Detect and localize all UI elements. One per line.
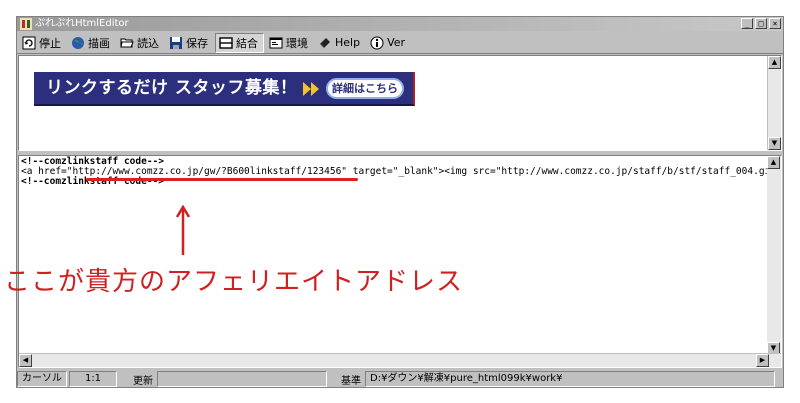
help-book-icon [319,37,330,48]
stop-button-label: 停止 [39,36,61,50]
window-title: ぷれぷれHtmlEditor [35,18,129,29]
double-arrow-icon [303,82,319,96]
load-button-label: 読込 [137,36,159,50]
merge-button[interactable]: 結合 [215,32,264,53]
window-controls: _ □ × [741,18,781,29]
folder-open-icon [120,38,134,47]
banner-text: リンクするだけ スタッフ募集！ [46,78,298,98]
preview-pane[interactable]: リンクするだけ スタッフ募集！ 詳細はこちら ▲ ▼ [18,55,782,151]
environment-button-label: 環境 [286,36,308,50]
scroll-left-arrow[interactable]: ◀ [19,354,32,367]
help-button[interactable]: Help [315,33,365,53]
banner-details-button[interactable]: 詳細はこちら [326,78,404,99]
info-icon [370,36,384,49]
version-button-label: Ver [387,36,406,49]
save-button[interactable]: 保存 [166,33,213,53]
merge-button-label: 結合 [236,36,258,50]
affiliate-address-annotation: ここが貴方のアフェリエイトアドレス [4,267,464,297]
update-label: 更新 [133,375,153,387]
help-button-label: Help [335,36,361,49]
merge-icon [219,36,233,49]
minimize-button[interactable]: _ [741,18,753,29]
toolbar: 停止 描画 読込 保存 結合 環境 Help Ver [17,32,783,54]
title-bar[interactable]: ぷれぷれHtmlEditor _ □ × [17,17,783,31]
save-button-label: 保存 [186,36,208,50]
scroll-down-arrow[interactable]: ▼ [768,137,781,150]
staff-banner[interactable]: リンクするだけ スタッフ募集！ 詳細はこちら [34,72,415,106]
scroll-right-arrow[interactable]: ▶ [756,354,769,367]
scroll-up-arrow[interactable]: ▲ [767,156,780,169]
code-editor[interactable]: <!--comzlinkstaff code--> <a href="http:… [18,155,782,368]
editor-horizontal-scrollbar[interactable]: ◀ ▶ [19,353,781,367]
editor-window: ぷれぷれHtmlEditor _ □ × 停止 描画 読込 保存 結合 環境 H… [16,16,784,388]
stop-button[interactable]: 停止 [19,33,66,53]
version-button[interactable]: Ver [367,33,410,53]
close-button[interactable]: × [769,18,781,29]
affiliate-url-underline [86,178,358,181]
up-arrow-icon [176,205,190,255]
settings-window-icon [269,37,283,48]
draw-button-label: 描画 [88,36,110,50]
floppy-disk-icon [170,36,182,49]
base-label: 基準 [341,375,361,387]
globe-icon [72,36,84,49]
maximize-button[interactable]: □ [755,18,767,29]
draw-button[interactable]: 描画 [68,33,115,53]
refresh-icon [22,36,36,49]
environment-button[interactable]: 環境 [266,33,313,53]
load-button[interactable]: 読込 [117,33,164,53]
status-bar: カーソル 1:1 更新 基準 D:¥ダウン¥解凍¥pure_html099k¥w… [17,370,783,388]
cursor-position: 1:1 [69,371,117,387]
editor-vertical-scrollbar[interactable]: ▲ ▼ [767,156,781,355]
preview-scrollbar[interactable]: ▲ ▼ [767,56,781,150]
scroll-up-arrow[interactable]: ▲ [768,56,781,69]
cursor-label: カーソル [17,371,67,387]
app-icon [20,18,32,30]
update-status [157,371,327,387]
base-path: D:¥ダウン¥解凍¥pure_html099k¥work¥ [365,371,775,387]
